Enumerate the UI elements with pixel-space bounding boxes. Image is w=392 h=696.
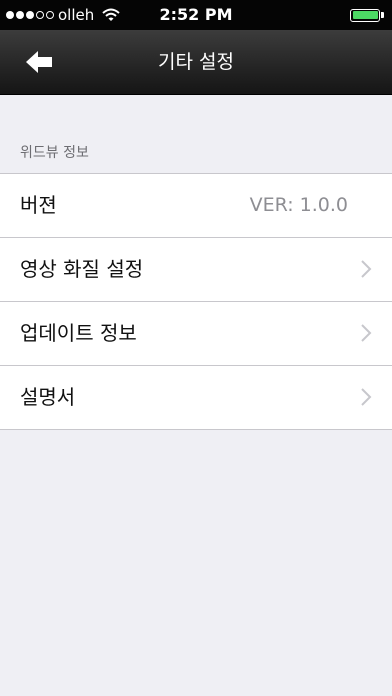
chevron-right-icon — [361, 324, 372, 342]
row-label: 영상 화질 설정 — [20, 257, 144, 281]
chevron-right-icon — [361, 388, 372, 406]
update-info-row[interactable]: 업데이트 정보 — [0, 302, 392, 366]
version-value: VER: 1.0.0 — [249, 194, 348, 216]
row-label: 설명서 — [20, 385, 76, 409]
row-label: 버젼 — [20, 193, 57, 217]
status-time: 2:52 PM — [159, 5, 233, 24]
battery-icon — [350, 8, 380, 22]
settings-list: 버젼 VER: 1.0.0 영상 화질 설정 업데이트 정보 설명서 — [0, 173, 392, 430]
battery-fill — [352, 11, 378, 19]
battery-tip — [381, 12, 384, 18]
chevron-right-icon — [361, 260, 372, 278]
manual-row[interactable]: 설명서 — [0, 366, 392, 429]
navigation-bar: 기타 설정 — [0, 30, 392, 95]
section-header: 위드뷰 정보 — [20, 145, 89, 161]
page-title: 기타 설정 — [158, 51, 234, 73]
battery-indicator — [350, 0, 384, 30]
row-label: 업데이트 정보 — [20, 321, 137, 345]
version-row: 버젼 VER: 1.0.0 — [0, 174, 392, 238]
video-quality-row[interactable]: 영상 화질 설정 — [0, 238, 392, 302]
status-bar: olleh 2:52 PM — [0, 0, 392, 30]
